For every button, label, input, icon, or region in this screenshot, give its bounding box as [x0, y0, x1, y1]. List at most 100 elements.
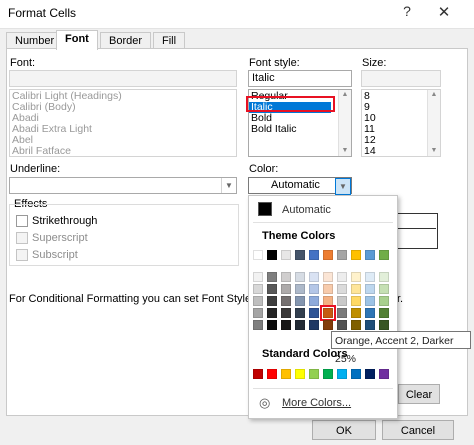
theme-shade-swatch[interactable] [365, 284, 375, 294]
theme-color-swatch[interactable] [337, 250, 347, 260]
theme-shade-swatch[interactable] [379, 296, 389, 306]
theme-shade-swatch[interactable] [295, 320, 305, 330]
theme-shade-swatch[interactable] [281, 296, 291, 306]
underline-select[interactable]: ▼ [9, 177, 237, 194]
theme-shade-swatch[interactable] [337, 296, 347, 306]
theme-shade-swatch[interactable] [267, 308, 277, 318]
theme-shade-swatch[interactable] [309, 308, 319, 318]
theme-shade-swatch[interactable] [309, 320, 319, 330]
theme-shade-swatch[interactable] [309, 272, 319, 282]
theme-color-swatch[interactable] [379, 250, 389, 260]
theme-shade-swatch[interactable] [267, 284, 277, 294]
theme-shade-swatch[interactable] [281, 272, 291, 282]
theme-color-swatch[interactable] [309, 250, 319, 260]
theme-shade-swatch[interactable] [267, 272, 277, 282]
standard-color-swatch[interactable] [281, 369, 291, 379]
list-item[interactable]: Calibri (Body) [10, 102, 236, 113]
theme-color-swatch[interactable] [281, 250, 291, 260]
color-select[interactable]: Automatic ▼ [248, 177, 352, 195]
strikethrough-checkbox[interactable] [16, 215, 28, 227]
close-icon[interactable]: ✕ [426, 3, 462, 23]
theme-shade-swatch[interactable] [337, 284, 347, 294]
theme-shade-swatch[interactable] [379, 320, 389, 330]
theme-shade-swatch[interactable] [351, 272, 361, 282]
ok-button[interactable]: OK [312, 420, 376, 440]
theme-shade-swatch[interactable] [351, 284, 361, 294]
theme-shade-swatch[interactable] [365, 272, 375, 282]
theme-shade-swatch[interactable] [309, 284, 319, 294]
theme-color-swatch[interactable] [267, 250, 277, 260]
tab-fill[interactable]: Fill [153, 32, 186, 49]
theme-shade-swatch[interactable] [351, 308, 361, 318]
size-input[interactable] [361, 70, 441, 87]
standard-color-swatch[interactable] [323, 369, 333, 379]
standard-color-swatch[interactable] [379, 369, 389, 379]
theme-shade-swatch[interactable] [281, 320, 291, 330]
list-item[interactable]: Abadi Extra Light [10, 124, 236, 135]
chevron-down-icon[interactable]: ▼ [221, 178, 236, 193]
standard-color-swatch[interactable] [337, 369, 347, 379]
theme-shade-swatch[interactable] [267, 296, 277, 306]
theme-shade-swatch[interactable] [379, 272, 389, 282]
more-colors-option[interactable]: More Colors... [282, 397, 351, 409]
theme-shade-swatch[interactable] [337, 320, 347, 330]
tab-border[interactable]: Border [100, 32, 152, 49]
theme-shade-swatch[interactable] [365, 296, 375, 306]
theme-shade-swatch[interactable] [323, 320, 333, 330]
theme-shade-swatch[interactable] [281, 308, 291, 318]
standard-color-swatch[interactable] [309, 369, 319, 379]
tab-number[interactable]: Number [6, 32, 64, 49]
standard-color-swatch[interactable] [253, 369, 263, 379]
theme-shade-swatch[interactable] [253, 308, 263, 318]
theme-shade-swatch[interactable] [253, 284, 263, 294]
theme-shade-swatch[interactable] [323, 272, 333, 282]
theme-shade-swatch[interactable] [365, 308, 375, 318]
theme-shade-swatch[interactable] [337, 272, 347, 282]
theme-shade-swatch[interactable] [253, 272, 263, 282]
theme-shade-swatch[interactable] [295, 284, 305, 294]
theme-shade-swatch[interactable] [351, 320, 361, 330]
standard-color-swatch[interactable] [295, 369, 305, 379]
theme-shade-swatch[interactable] [351, 296, 361, 306]
size-scrollbar[interactable]: ▲ ▼ [427, 90, 440, 156]
theme-color-swatch[interactable] [351, 250, 361, 260]
theme-shade-swatch[interactable] [267, 320, 277, 330]
superscript-checkbox[interactable] [16, 232, 28, 244]
chevron-down-icon[interactable]: ▼ [335, 178, 351, 195]
selected-theme-shade-swatch[interactable] [320, 305, 336, 321]
theme-color-swatch[interactable] [323, 250, 333, 260]
theme-shade-swatch[interactable] [309, 296, 319, 306]
font-list[interactable]: Calibri Light (Headings) Calibri (Body) Ab… [9, 89, 237, 157]
theme-shade-swatch[interactable] [253, 296, 263, 306]
subscript-checkbox[interactable] [16, 249, 28, 261]
theme-color-swatch[interactable] [365, 250, 375, 260]
font-style-scrollbar[interactable]: ▲ ▼ [338, 90, 351, 156]
standard-color-swatch[interactable] [351, 369, 361, 379]
theme-shade-swatch[interactable] [365, 320, 375, 330]
automatic-color-swatch[interactable] [258, 202, 272, 216]
theme-shade-swatch[interactable] [295, 296, 305, 306]
theme-shade-swatch[interactable] [253, 320, 263, 330]
help-icon[interactable]: ? [396, 3, 418, 23]
size-list[interactable]: 8 9 10 11 12 14 ▲ ▼ [361, 89, 441, 157]
theme-shade-swatch[interactable] [295, 308, 305, 318]
theme-shade-swatch[interactable] [379, 284, 389, 294]
theme-color-swatch[interactable] [253, 250, 263, 260]
theme-color-swatch[interactable] [295, 250, 305, 260]
theme-shade-swatch[interactable] [281, 284, 291, 294]
standard-color-swatch[interactable] [365, 369, 375, 379]
font-style-input[interactable]: Italic [248, 70, 352, 87]
list-item[interactable]: Abril Fatface [10, 146, 236, 157]
theme-shade-swatch[interactable] [295, 272, 305, 282]
theme-shade-swatch[interactable] [337, 308, 347, 318]
font-input[interactable] [9, 70, 237, 87]
cancel-button[interactable]: Cancel [382, 420, 454, 440]
theme-shade-swatch[interactable] [323, 284, 333, 294]
list-item[interactable]: Bold Italic [249, 124, 351, 135]
theme-shade-swatch[interactable] [379, 308, 389, 318]
automatic-option[interactable]: Automatic [282, 204, 331, 216]
standard-color-swatch[interactable] [267, 369, 277, 379]
clear-button[interactable]: Clear [398, 384, 440, 404]
tab-font[interactable]: Font [56, 30, 98, 50]
theme-shade-swatch[interactable] [323, 296, 333, 306]
